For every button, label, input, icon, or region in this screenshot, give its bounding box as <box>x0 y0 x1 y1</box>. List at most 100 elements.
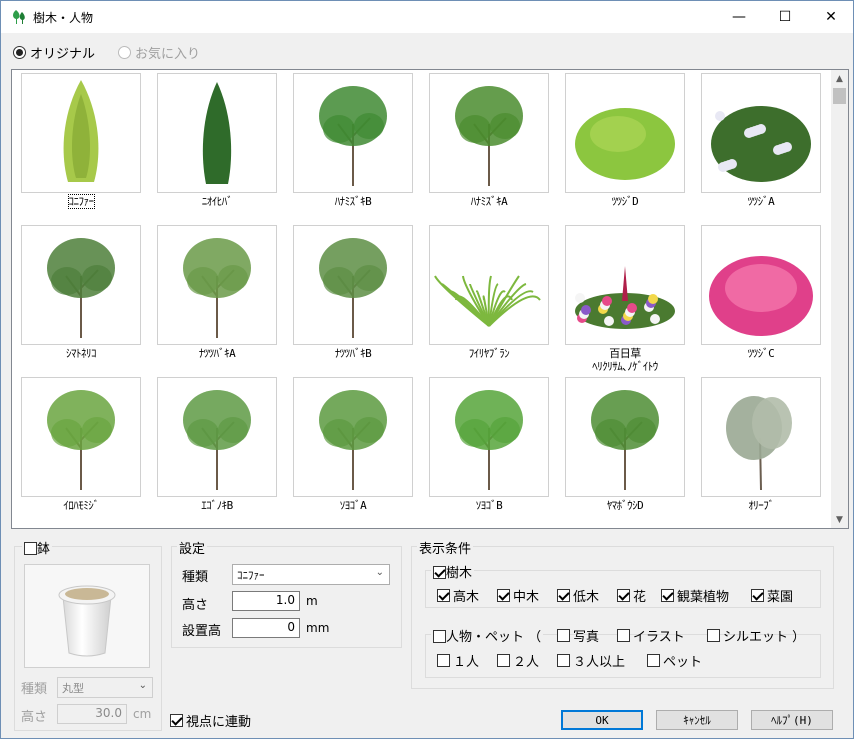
window-title: 樹木・人物 <box>33 11 94 25</box>
gallery-item[interactable]: ﾂﾂｼﾞA <box>701 73 821 208</box>
vertical-scrollbar[interactable]: ▲ ▼ <box>831 70 848 528</box>
snowbell-tree-image[interactable] <box>157 377 277 497</box>
check-icon[interactable] <box>661 589 674 602</box>
olive-tree-image[interactable] <box>701 377 821 497</box>
filter-checkbox[interactable]: １人 <box>437 651 479 670</box>
check-icon[interactable] <box>617 589 630 602</box>
soyogo-tree-image[interactable] <box>293 377 413 497</box>
gallery-item[interactable]: ﾂﾂｼﾞC <box>701 225 821 360</box>
gallery-item[interactable]: ｲﾛﾊﾓﾐｼﾞ <box>21 377 141 512</box>
check-icon[interactable] <box>437 654 450 667</box>
settings-type-value: ｺﾆﾌｧｰ <box>237 569 265 582</box>
gallery-item[interactable]: ﾆｵｲﾋﾊﾞ <box>157 73 277 208</box>
filter-checkbox[interactable]: ２人 <box>497 651 539 670</box>
gallery-item[interactable]: ｵﾘｰﾌﾞ <box>701 377 821 512</box>
soyogo-tree-image[interactable] <box>429 377 549 497</box>
caption-text: ｴｺﾞﾉｷB <box>201 499 233 512</box>
check-icon[interactable] <box>497 654 510 667</box>
title-bar[interactable]: 樹木・人物 — ☐ ✕ <box>1 1 853 33</box>
filter-checkbox[interactable]: 写真 <box>557 626 599 645</box>
yamaboushi-tree-image[interactable] <box>565 377 685 497</box>
chevron-down-icon[interactable]: ⌄ <box>376 567 384 578</box>
settings-height-input[interactable]: 1.0 <box>232 591 300 611</box>
filter-checkbox[interactable]: 低木 <box>557 586 599 605</box>
flower-bed-image[interactable] <box>565 225 685 345</box>
check-icon[interactable] <box>557 654 570 667</box>
dogwood-tree-image[interactable] <box>293 73 413 193</box>
scroll-thumb[interactable] <box>833 88 846 104</box>
filter-checkbox[interactable]: 高木 <box>437 586 479 605</box>
gallery-item[interactable]: ﾂﾂｼﾞD <box>565 73 685 208</box>
filter-checkbox[interactable]: シルエット ） <box>707 626 805 645</box>
people-check-icon[interactable] <box>433 630 446 643</box>
check-icon[interactable] <box>751 589 764 602</box>
grass-plant-image[interactable] <box>429 225 549 345</box>
filter-checkbox-label: イラスト <box>633 630 685 645</box>
maximize-button[interactable]: ☐ <box>762 1 808 33</box>
radio-original[interactable]: オリジナル <box>13 43 95 62</box>
filter-checkbox[interactable]: ペット <box>647 651 702 670</box>
columnar-tree-image[interactable] <box>157 73 277 193</box>
conifer-tree-image[interactable] <box>21 73 141 193</box>
settings-type-select[interactable]: ｺﾆﾌｧｰ ⌄ <box>232 564 390 585</box>
round-shrub-image[interactable] <box>565 73 685 193</box>
gallery-item[interactable]: 百日草 ﾍﾘｸﾘｻﾑ､ﾉｹﾞｲﾄｳ <box>565 225 685 373</box>
flowering-shrub-image[interactable] <box>701 73 821 193</box>
radio-indicator[interactable] <box>13 46 26 59</box>
settings-elevation-label: 設置高 <box>182 624 222 639</box>
gallery-item[interactable]: ｴｺﾞﾉｷB <box>157 377 277 512</box>
scroll-down-arrow-icon[interactable]: ▼ <box>831 511 848 528</box>
camellia-tree-image[interactable] <box>293 225 413 345</box>
settings-elevation-input[interactable]: 0 <box>232 618 300 638</box>
close-button[interactable]: ✕ <box>808 1 854 33</box>
gallery-item[interactable]: ｿﾖｺﾞB <box>429 377 549 512</box>
scroll-up-arrow-icon[interactable]: ▲ <box>831 70 848 87</box>
caption-text: ﾂﾂｼﾞD <box>611 195 639 208</box>
gallery-item[interactable]: ﾌｲﾘﾔﾌﾞﾗﾝ <box>429 225 549 360</box>
maple-tree-image[interactable] <box>21 377 141 497</box>
settings-type-label: 種類 <box>182 570 209 585</box>
caption-text: ﾅﾂﾂﾊﾞｷA <box>198 347 236 360</box>
check-icon[interactable] <box>557 589 570 602</box>
filter-checkbox[interactable]: 観葉植物 <box>661 586 729 605</box>
gallery-item[interactable]: ｼﾏﾄﾈﾘｺ <box>21 225 141 360</box>
gallery-item[interactable]: ﾅﾂﾂﾊﾞｷA <box>157 225 277 360</box>
caption-text: ｿﾖｺﾞA <box>339 499 367 512</box>
gallery-item-caption: ﾔﾏﾎﾞｳｼD <box>565 499 685 512</box>
check-icon[interactable] <box>617 629 630 642</box>
help-button[interactable]: ﾍﾙﾌﾟ(H) <box>751 710 833 730</box>
filter-checkbox[interactable]: 菜園 <box>751 586 793 605</box>
pot-checkbox[interactable]: 鉢 <box>22 538 53 557</box>
check-icon[interactable] <box>497 589 510 602</box>
check-icon[interactable] <box>557 629 570 642</box>
pink-azalea-image[interactable] <box>701 225 821 345</box>
camellia-tree-image[interactable] <box>157 225 277 345</box>
ok-button[interactable]: OK <box>561 710 643 730</box>
gallery-item[interactable]: ﾊﾅﾐｽﾞｷB <box>293 73 413 208</box>
people-checkbox[interactable]: 人物・ペット （ <box>431 626 544 645</box>
filter-checkbox[interactable]: 花 <box>617 586 646 605</box>
gallery-item-caption: ﾆｵｲﾋﾊﾞ <box>157 195 277 208</box>
ash-tree-image[interactable] <box>21 225 141 345</box>
filter-checkbox[interactable]: ３人以上 <box>557 651 625 670</box>
filter-checkbox-label: 菜園 <box>767 590 794 605</box>
cancel-button[interactable]: ｷｬﾝｾﾙ <box>656 710 738 730</box>
dogwood-tree-image[interactable] <box>429 73 549 193</box>
gallery-item[interactable]: ﾊﾅﾐｽﾞｷA <box>429 73 549 208</box>
gallery-item[interactable]: ﾔﾏﾎﾞｳｼD <box>565 377 685 512</box>
viewpoint-check-icon[interactable] <box>170 714 183 727</box>
tree-gallery[interactable]: ｺﾆﾌｧｰ ﾆｵｲﾋﾊﾞ ﾊﾅﾐｽﾞｷB ﾊﾅﾐｽﾞｷA ﾂﾂｼﾞD ﾂﾂｼﾞA ｼﾏﾄﾈﾘ… <box>11 69 849 529</box>
gallery-item[interactable]: ﾅﾂﾂﾊﾞｷB <box>293 225 413 360</box>
viewpoint-checkbox[interactable]: 視点に連動 <box>170 711 251 730</box>
trees-checkbox[interactable]: 樹木 <box>431 562 475 581</box>
filter-checkbox[interactable]: イラスト <box>617 626 685 645</box>
pot-check-icon[interactable] <box>24 542 37 555</box>
filter-checkbox[interactable]: 中木 <box>497 586 539 605</box>
check-icon[interactable] <box>647 654 660 667</box>
minimize-button[interactable]: — <box>716 1 762 33</box>
trees-check-icon[interactable] <box>433 566 446 579</box>
check-icon[interactable] <box>437 589 450 602</box>
check-icon[interactable] <box>707 629 720 642</box>
gallery-item[interactable]: ｺﾆﾌｧｰ <box>21 73 141 209</box>
gallery-item[interactable]: ｿﾖｺﾞA <box>293 377 413 512</box>
